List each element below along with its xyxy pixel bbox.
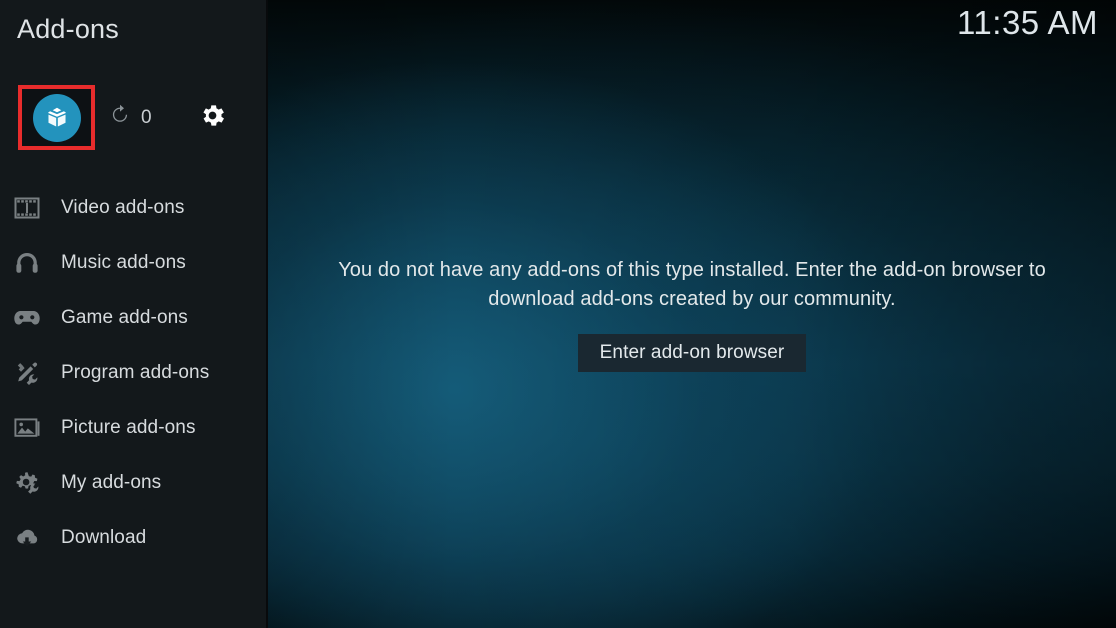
gear-wrench-icon	[12, 468, 42, 498]
sidebar-item-download[interactable]: Download	[0, 510, 268, 565]
empty-state-message: You do not have any add-ons of this type…	[338, 259, 1046, 310]
sidebar-item-music-add-ons[interactable]: Music add-ons	[0, 235, 268, 290]
sidebar-item-video-add-ons[interactable]: Video add-ons	[0, 180, 268, 235]
sidebar: Add-ons 0 Video add-ons Music add-ons Ga…	[0, 0, 268, 628]
sidebar-item-label: Picture add-ons	[61, 416, 196, 438]
kodi-addons-screen: 11:35 AM Add-ons 0 Video add-ons Music a…	[0, 0, 1116, 628]
sidebar-item-label: Program add-ons	[61, 361, 210, 383]
settings-button[interactable]	[198, 85, 227, 150]
cloud-download-icon	[12, 523, 42, 553]
headphones-icon	[12, 248, 42, 278]
sidebar-item-label: Game add-ons	[61, 306, 188, 328]
refresh-icon	[108, 103, 132, 132]
pencil-wrench-icon	[12, 358, 42, 388]
sidebar-control-row: 0	[0, 85, 268, 151]
empty-state-panel: You do not have any add-ons of this type…	[268, 0, 1116, 628]
clock: 11:35 AM	[957, 4, 1098, 41]
sidebar-item-game-add-ons[interactable]: Game add-ons	[0, 290, 268, 345]
addon-browser-button[interactable]	[18, 85, 95, 150]
sidebar-item-label: Music add-ons	[61, 251, 186, 273]
sidebar-item-program-add-ons[interactable]: Program add-ons	[0, 345, 268, 400]
enter-addon-browser-button[interactable]: Enter add-on browser	[577, 334, 807, 372]
package-box-icon	[32, 93, 81, 142]
updates-button[interactable]: 0	[108, 85, 152, 150]
sidebar-item-label: Download	[61, 526, 147, 548]
page-title: Add-ons	[17, 14, 119, 44]
gear-icon	[198, 101, 227, 135]
sidebar-item-label: My add-ons	[61, 471, 162, 493]
sidebar-menu: Video add-ons Music add-ons Game add-ons…	[0, 180, 268, 565]
sidebar-item-label: Video add-ons	[61, 196, 185, 218]
sidebar-item-picture-add-ons[interactable]: Picture add-ons	[0, 400, 268, 455]
picture-frame-icon	[12, 413, 42, 443]
gamepad-icon	[12, 303, 42, 333]
sidebar-item-my-add-ons[interactable]: My add-ons	[0, 455, 268, 510]
updates-count: 0	[141, 107, 152, 128]
film-strip-icon	[12, 193, 42, 223]
